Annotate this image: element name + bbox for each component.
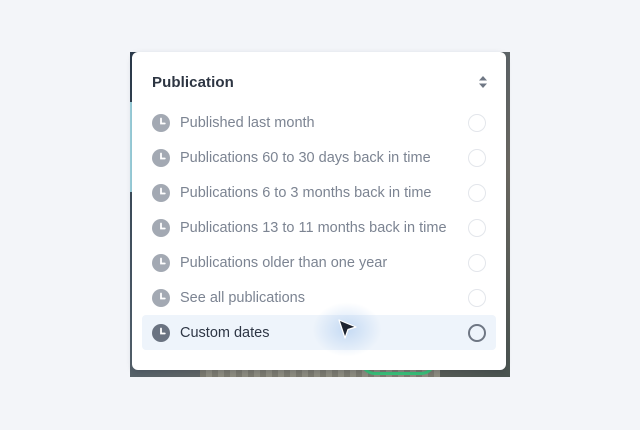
clock-icon [152,323,170,342]
option-radio[interactable] [468,218,486,237]
option-6-to-3-months[interactable]: Publications 6 to 3 months back in time [142,175,496,210]
option-label: Publications 60 to 30 days back in time [180,149,431,166]
option-label: Published last month [180,114,315,131]
dropdown-title: Publication [152,73,234,91]
option-radio[interactable] [468,113,486,132]
clock-icon [152,288,170,307]
option-radio[interactable] [468,288,486,307]
clock-icon [152,218,170,237]
option-radio[interactable] [468,253,486,272]
option-published-last-month[interactable]: Published last month [142,105,496,140]
option-radio[interactable] [468,183,486,202]
option-label: Publications 13 to 11 months back in tim… [180,219,447,236]
option-60-to-30-days[interactable]: Publications 60 to 30 days back in time [142,140,496,175]
option-label: Publications 6 to 3 months back in time [180,184,432,201]
option-radio[interactable] [468,323,486,342]
clock-icon [152,253,170,272]
option-radio[interactable] [468,148,486,167]
clock-icon [152,113,170,132]
sort-arrows-icon[interactable] [478,75,488,89]
mouse-pointer-icon [338,319,357,339]
option-older-than-one-year[interactable]: Publications older than one year [142,245,496,280]
option-label: Publications older than one year [180,254,388,271]
clock-icon [152,148,170,167]
clock-icon [152,183,170,202]
dropdown-header[interactable]: Publication [152,72,488,92]
option-13-to-11-months[interactable]: Publications 13 to 11 months back in tim… [142,210,496,245]
